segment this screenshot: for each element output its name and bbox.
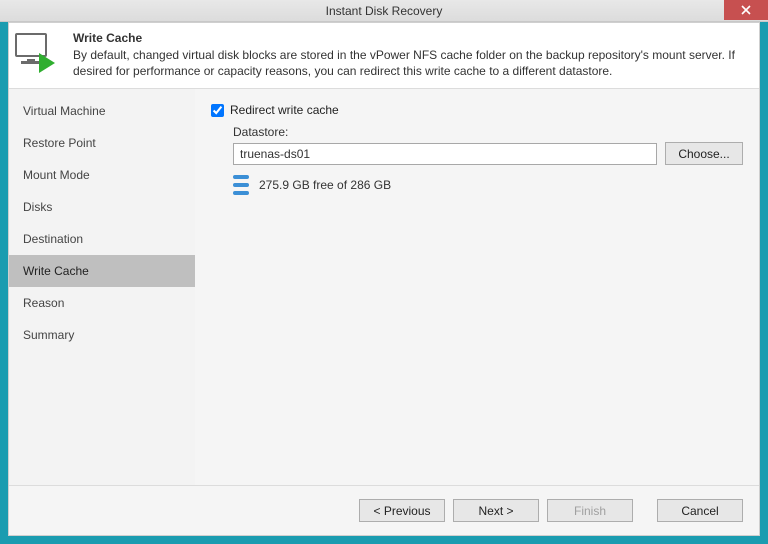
- finish-button: Finish: [547, 499, 633, 522]
- next-button[interactable]: Next >: [453, 499, 539, 522]
- sidebar-item-write-cache[interactable]: Write Cache: [9, 255, 195, 287]
- sidebar-item-label: Reason: [23, 296, 64, 310]
- sidebar-item-label: Virtual Machine: [23, 104, 106, 118]
- sidebar-item-label: Disks: [23, 200, 52, 214]
- header-title: Write Cache: [73, 31, 749, 45]
- redirect-cache-label: Redirect write cache: [230, 103, 339, 117]
- sidebar-item-mount-mode[interactable]: Mount Mode: [9, 159, 195, 191]
- redirect-cache-row: Redirect write cache: [211, 103, 743, 117]
- main-panel: Redirect write cache Datastore: Choose..…: [195, 89, 759, 485]
- sidebar-item-label: Summary: [23, 328, 74, 342]
- header-description: By default, changed virtual disk blocks …: [73, 47, 749, 79]
- datastore-input[interactable]: [233, 143, 657, 165]
- header-text: Write Cache By default, changed virtual …: [73, 31, 749, 79]
- sidebar-item-reason[interactable]: Reason: [9, 287, 195, 319]
- header-panel: Write Cache By default, changed virtual …: [9, 23, 759, 89]
- wizard-sidebar: Virtual Machine Restore Point Mount Mode…: [9, 89, 195, 485]
- sidebar-item-label: Mount Mode: [23, 168, 90, 182]
- datastore-label: Datastore:: [233, 125, 743, 139]
- sidebar-item-disks[interactable]: Disks: [9, 191, 195, 223]
- sidebar-item-summary[interactable]: Summary: [9, 319, 195, 351]
- sidebar-item-label: Destination: [23, 232, 83, 246]
- sidebar-item-restore-point[interactable]: Restore Point: [9, 127, 195, 159]
- redirect-cache-checkbox[interactable]: [211, 104, 224, 117]
- previous-button[interactable]: < Previous: [359, 499, 445, 522]
- window-title: Instant Disk Recovery: [326, 4, 443, 18]
- wizard-step-icon: [15, 31, 63, 79]
- dialog-body: Write Cache By default, changed virtual …: [8, 22, 760, 536]
- close-icon: [741, 5, 751, 15]
- footer-panel: < Previous Next > Finish Cancel: [9, 485, 759, 535]
- content-row: Virtual Machine Restore Point Mount Mode…: [9, 89, 759, 485]
- titlebar: Instant Disk Recovery: [0, 0, 768, 22]
- close-button[interactable]: [724, 0, 768, 20]
- datastore-free-text: 275.9 GB free of 286 GB: [259, 178, 391, 192]
- datastore-row: Choose...: [233, 142, 743, 165]
- choose-button[interactable]: Choose...: [665, 142, 743, 165]
- sidebar-item-label: Restore Point: [23, 136, 96, 150]
- dialog-window: Instant Disk Recovery Write Cache By def…: [0, 0, 768, 544]
- sidebar-item-label: Write Cache: [23, 264, 89, 278]
- sidebar-item-destination[interactable]: Destination: [9, 223, 195, 255]
- sidebar-item-virtual-machine[interactable]: Virtual Machine: [9, 95, 195, 127]
- datastore-free-row: 275.9 GB free of 286 GB: [233, 175, 743, 195]
- datastore-icon: [233, 175, 249, 195]
- cancel-button[interactable]: Cancel: [657, 499, 743, 522]
